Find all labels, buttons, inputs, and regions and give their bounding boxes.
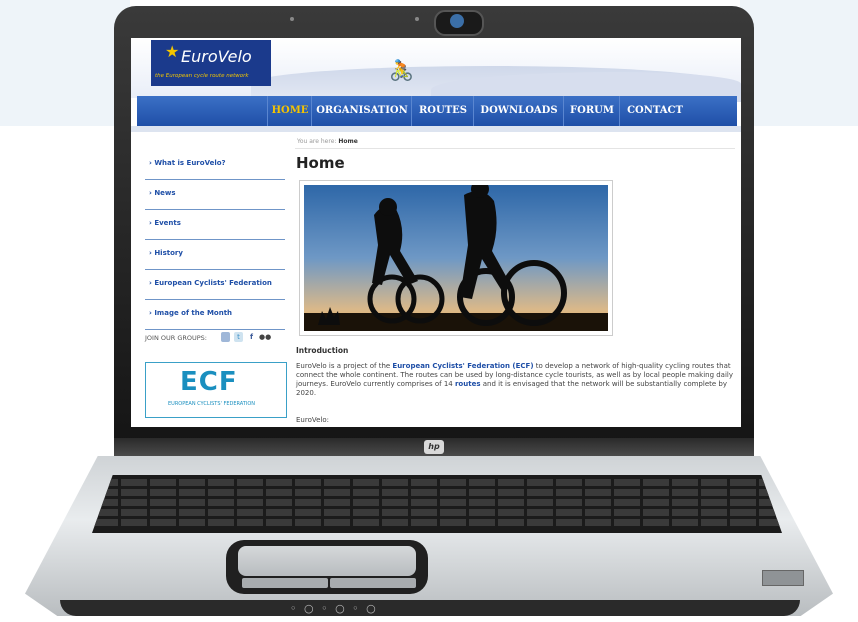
nav-organisation[interactable]: ORGANISATION <box>311 96 412 126</box>
keyboard[interactable] <box>92 475 782 533</box>
breadcrumb-current[interactable]: Home <box>338 138 357 145</box>
nav-downloads[interactable]: DOWNLOADS <box>473 96 564 126</box>
sidebar-item-label: › European Cyclists' Federation <box>149 279 272 287</box>
sidebar: › What is EuroVelo? › News › Events › Hi… <box>145 150 285 330</box>
nav-home[interactable]: HOME <box>267 96 312 126</box>
routes-link[interactable]: routes <box>455 380 481 388</box>
nav-contact[interactable]: CONTACT <box>619 96 690 126</box>
sidebar-item-label: › Image of the Month <box>149 309 233 317</box>
cyclists-photo <box>304 185 608 331</box>
sidebar-item-history[interactable]: › History <box>145 240 285 270</box>
sidebar-item-label: › What is EuroVelo? <box>149 159 226 167</box>
laptop-sticker <box>762 570 804 586</box>
page-title: Home <box>296 154 345 172</box>
facebook-icon[interactable]: f <box>247 332 256 342</box>
divider <box>295 148 735 149</box>
key-row <box>92 509 782 516</box>
sidebar-item-what-is-eurovelo[interactable]: › What is EuroVelo? <box>145 150 285 180</box>
hero-image-frame <box>299 180 613 336</box>
ecf-logo: ECF <box>180 367 238 397</box>
background-band-left <box>0 0 130 126</box>
intro-paragraph: EuroVelo is a project of the European Cy… <box>296 362 736 398</box>
ecf-banner[interactable]: ECF EUROPEAN CYCLISTS' FEDERATION <box>145 362 287 418</box>
webcam-lens-icon <box>450 14 464 28</box>
eurovelo-label: EuroVelo: <box>296 416 330 424</box>
star-icon: ★ <box>165 42 180 61</box>
intro-text: EuroVelo is a project of the <box>296 362 393 370</box>
section-title: Introduction <box>296 346 349 355</box>
cyclist-icon: 🚴 <box>389 58 414 82</box>
laptop-screen: ★ EuroVelo the European cycle route netw… <box>131 38 741 427</box>
sidebar-item-label: › Events <box>149 219 181 227</box>
sidebar-item-image-of-month[interactable]: › Image of the Month <box>145 300 285 330</box>
twitter-icon[interactable]: t <box>234 332 243 342</box>
key-row <box>92 519 782 526</box>
flickr-icon[interactable]: ●● <box>259 332 271 342</box>
background-band-right <box>740 0 858 126</box>
sidebar-item-ecf[interactable]: › European Cyclists' Federation <box>145 270 285 300</box>
site-header: ★ EuroVelo the European cycle route netw… <box>131 38 741 102</box>
lid-indicator <box>290 17 294 21</box>
touchpad-left-button[interactable] <box>242 578 328 588</box>
logo-tagline: the European cycle route network <box>155 73 249 79</box>
lid-indicator <box>415 17 419 21</box>
sidebar-item-label: › News <box>149 189 176 197</box>
linkedin-icon[interactable] <box>221 332 230 342</box>
key-row <box>92 489 782 496</box>
join-groups-label: JOIN OUR GROUPS: <box>145 334 207 342</box>
main-nav: HOME ORGANISATION ROUTES DOWNLOADS FORUM… <box>137 96 737 126</box>
breadcrumb: You are here: Home <box>297 138 358 145</box>
eurovelo-logo[interactable]: ★ EuroVelo the European cycle route netw… <box>151 40 271 86</box>
cyclists-silhouette-icon <box>304 185 608 331</box>
logo-text: EuroVelo <box>181 47 252 66</box>
nav-routes[interactable]: ROUTES <box>411 96 474 126</box>
sidebar-item-events[interactable]: › Events <box>145 210 285 240</box>
laptop-front-edge <box>60 600 800 616</box>
sidebar-item-news[interactable]: › News <box>145 180 285 210</box>
ecf-caption: EUROPEAN CYCLISTS' FEDERATION <box>168 401 256 407</box>
touchpad[interactable] <box>238 546 416 576</box>
nav-forum[interactable]: FORUM <box>563 96 620 126</box>
front-ports-icon: ◦ ○ ◦ ○ ◦ ○ <box>290 602 378 615</box>
key-row <box>92 479 782 486</box>
nav-shadow <box>131 126 741 132</box>
hp-logo: hp <box>424 440 444 454</box>
breadcrumb-prefix: You are here: <box>297 138 337 145</box>
key-row <box>92 499 782 506</box>
ecf-link[interactable]: European Cyclists' Federation (ECF) <box>392 362 533 370</box>
touchpad-right-button[interactable] <box>330 578 416 588</box>
sidebar-item-label: › History <box>149 249 183 257</box>
